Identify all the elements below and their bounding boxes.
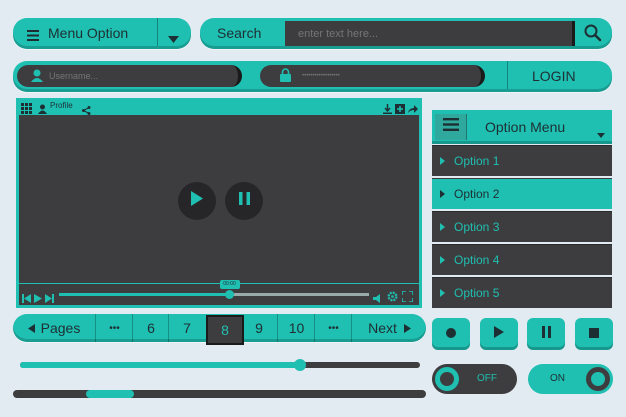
progress-knob[interactable]: [225, 290, 234, 299]
skip-back-icon[interactable]: [22, 290, 31, 308]
option-label: Option 2: [454, 187, 500, 201]
password-input[interactable]: [300, 68, 470, 84]
option-item-1[interactable]: Option 1: [432, 145, 612, 176]
option-item-4[interactable]: Option 4: [432, 244, 612, 275]
username-input[interactable]: [47, 68, 227, 84]
toggle-off[interactable]: OFF: [432, 364, 517, 394]
pagination-ellipsis-left[interactable]: •••: [95, 314, 133, 342]
option-arrow-icon: [440, 190, 445, 198]
pagination-next-label: Next: [368, 320, 397, 336]
video-player: Profile 00:00: [16, 98, 422, 308]
option-arrow-icon: [440, 157, 445, 165]
pause-button[interactable]: [225, 182, 263, 220]
option-label: Option 3: [454, 220, 500, 234]
toggle-on-knob: [586, 367, 610, 391]
page-number: 9: [255, 320, 263, 336]
progress-fill: [59, 293, 230, 296]
pagination: Pages ••• 6 7 8 9 10 ••• Next: [13, 314, 427, 345]
toggle-on-label: ON: [550, 373, 565, 384]
pause-control-icon: [541, 325, 551, 343]
toggle-on[interactable]: ON: [528, 364, 613, 394]
option-menu-title: Option Menu: [485, 119, 566, 135]
player-controls: 00:00: [19, 280, 419, 308]
progress-track[interactable]: 00:00: [59, 280, 369, 299]
slider-knob[interactable]: [294, 359, 306, 371]
lock-icon: [280, 68, 291, 87]
username-field-wrap: [17, 65, 242, 87]
option-arrow-icon: [440, 256, 445, 264]
play-button[interactable]: [178, 182, 216, 220]
login-button[interactable]: LOGIN: [532, 68, 576, 84]
pause-icon: [238, 192, 250, 210]
search-bar: Search: [200, 18, 612, 49]
page-button-9[interactable]: 9: [241, 314, 277, 342]
login-bar: LOGIN: [13, 61, 612, 92]
option-arrow-icon: [440, 223, 445, 231]
stop-control-button[interactable]: [575, 318, 613, 350]
toggle-off-knob: [435, 367, 459, 391]
slider[interactable]: [20, 359, 420, 371]
option-menu-toggle[interactable]: [435, 114, 467, 140]
user-icon: [31, 69, 43, 87]
option-item-3[interactable]: Option 3: [432, 211, 612, 242]
next-arrow-icon: [403, 320, 411, 336]
volume-icon[interactable]: [373, 290, 383, 308]
pagination-ellipsis-right[interactable]: •••: [314, 314, 352, 342]
password-field-wrap: [260, 65, 485, 87]
option-label: Option 1: [454, 154, 500, 168]
menu-option-label: Menu Option: [48, 25, 129, 41]
skip-forward-icon[interactable]: [45, 290, 54, 308]
scrollbar-thumb[interactable]: [86, 390, 134, 398]
settings-gear-icon[interactable]: [387, 289, 398, 307]
page-number: 8: [221, 322, 229, 338]
search-label: Search: [217, 25, 262, 41]
option-menu-header[interactable]: Option Menu: [432, 110, 612, 144]
search-input[interactable]: [285, 21, 575, 46]
option-menu-chevron-icon: [597, 125, 605, 143]
pagination-prev-label: Pages: [40, 320, 81, 336]
play-control-icon: [494, 325, 504, 343]
horizontal-scrollbar[interactable]: [13, 390, 426, 398]
play-control-button[interactable]: [480, 318, 518, 350]
page-button-8-current[interactable]: 8: [206, 315, 244, 345]
time-tooltip: 00:00: [219, 280, 240, 289]
option-menu: Option Menu Option 1 Option 2 Option 3 Opti…: [432, 110, 612, 308]
toggle-off-label: OFF: [477, 373, 497, 384]
pause-control-button[interactable]: [527, 318, 565, 350]
video-screen[interactable]: [19, 115, 419, 283]
option-item-5[interactable]: Option 5: [432, 277, 612, 308]
login-divider: [507, 61, 508, 89]
slider-fill: [20, 362, 300, 368]
option-label: Option 5: [454, 286, 500, 300]
ellipsis-text: •••: [328, 322, 339, 334]
page-number: 7: [183, 320, 191, 336]
menu-option-dropdown[interactable]: Menu Option: [13, 18, 191, 49]
page-button-10[interactable]: 10: [277, 314, 315, 342]
time-label: 00:00: [223, 281, 236, 287]
prev-arrow-icon: [27, 320, 35, 336]
play-icon: [191, 191, 203, 211]
page-button-6[interactable]: 6: [132, 314, 169, 342]
play-small-icon[interactable]: [34, 290, 42, 308]
ellipsis-text: •••: [109, 322, 120, 334]
hamburger-menu-icon: [442, 118, 459, 136]
search-icon[interactable]: [584, 24, 602, 47]
option-label: Option 4: [454, 253, 500, 267]
pagination-next[interactable]: Next: [351, 314, 427, 342]
record-button[interactable]: [432, 318, 470, 350]
pagination-prev[interactable]: Pages: [13, 314, 95, 342]
page-number: 6: [147, 320, 155, 336]
page-button-7[interactable]: 7: [168, 314, 205, 342]
option-list: Option 1 Option 2 Option 3 Option 4 Option 5: [432, 145, 612, 308]
hamburger-icon: [27, 28, 39, 41]
stop-icon: [589, 325, 599, 343]
page-number: 10: [288, 320, 305, 336]
dropdown-divider: [157, 18, 158, 46]
chevron-down-icon[interactable]: [168, 30, 179, 48]
record-icon: [446, 325, 456, 343]
option-arrow-icon: [440, 289, 445, 297]
option-item-2[interactable]: Option 2: [432, 178, 612, 209]
profile-label[interactable]: Profile: [50, 101, 73, 110]
fullscreen-icon[interactable]: [401, 289, 414, 307]
